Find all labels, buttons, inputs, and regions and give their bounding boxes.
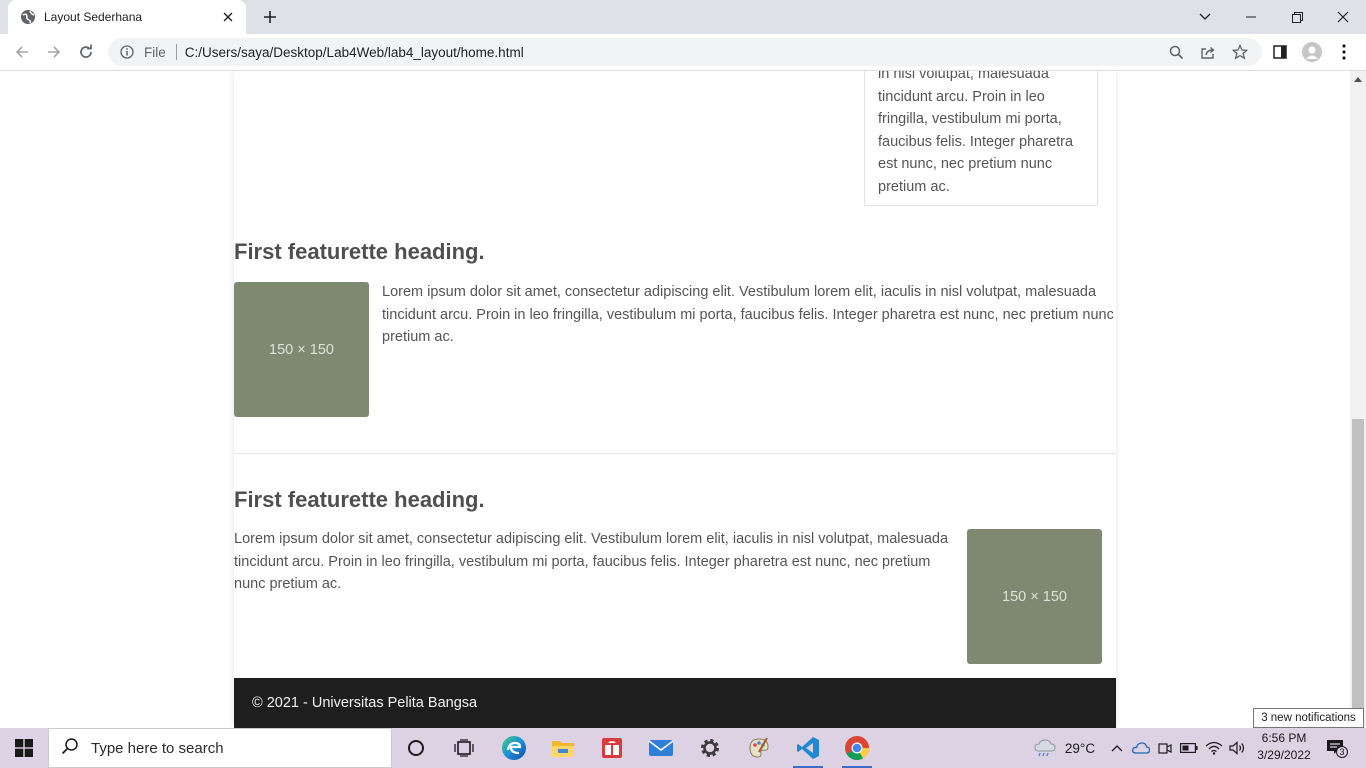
volume-icon[interactable] <box>1227 728 1249 768</box>
scroll-up-arrow-icon[interactable] <box>1350 71 1366 88</box>
featurette-divider <box>234 453 1116 454</box>
reload-button[interactable] <box>72 38 100 66</box>
taskbar-search-box[interactable]: Type here to search <box>48 728 392 768</box>
onedrive-cloud-icon[interactable] <box>1130 728 1152 768</box>
edge-icon[interactable] <box>490 728 538 768</box>
menu-kebab-icon[interactable] <box>1330 38 1358 66</box>
bookmark-star-icon[interactable] <box>1226 38 1254 66</box>
chrome-icon[interactable] <box>833 728 881 768</box>
site-info-icon[interactable] <box>120 45 134 59</box>
wifi-icon[interactable] <box>1203 728 1225 768</box>
paint-icon[interactable] <box>735 728 783 768</box>
minimize-button[interactable] <box>1228 0 1274 34</box>
page-footer: © 2021 - Universitas Pelita Bangsa <box>234 678 1116 728</box>
globe-icon <box>20 9 36 25</box>
clock-date: 3/29/2022 <box>1257 748 1311 762</box>
notification-toast[interactable]: 3 new notifications <box>1253 708 1364 728</box>
scheme-label: File <box>144 44 166 60</box>
featurette-heading-2: First featurette heading. <box>234 487 485 512</box>
share-icon[interactable] <box>1194 38 1222 66</box>
url-text: C:/Users/saya/Desktop/Lab4Web/lab4_layou… <box>184 44 524 60</box>
windows-taskbar: Type here to search 29°C 6:56 PM 3/29/20… <box>0 728 1366 768</box>
weather-temperature[interactable]: 29°C <box>1062 728 1098 768</box>
taskbar-clock[interactable]: 6:56 PM 3/29/2022 <box>1248 730 1320 766</box>
forward-button[interactable] <box>40 38 68 66</box>
action-center-button[interactable]: 3 <box>1320 728 1354 768</box>
clock-time: 6:56 PM <box>1261 731 1307 745</box>
vertical-scrollbar[interactable] <box>1350 71 1366 728</box>
cortana-icon[interactable] <box>392 728 440 768</box>
battery-icon[interactable] <box>1178 728 1200 768</box>
image-size-label: 150 × 150 <box>269 341 334 358</box>
featurette-heading-1: First featurette heading. <box>234 239 485 264</box>
tab-title: Layout Sederhana <box>44 10 143 24</box>
tab-search-icon[interactable] <box>1182 0 1228 34</box>
search-placeholder: Type here to search <box>91 739 224 757</box>
address-separator <box>175 44 177 60</box>
gift-app-icon[interactable] <box>588 728 636 768</box>
notification-icon: 3 <box>1326 738 1348 758</box>
page-container: in nisl volutpat, malesuada tincidunt ar… <box>234 71 1116 728</box>
back-button[interactable] <box>8 38 36 66</box>
search-icon <box>61 737 79 759</box>
show-hidden-icons-chevron-icon[interactable] <box>1108 728 1126 768</box>
featurette-image-2: 150 × 150 <box>967 529 1102 664</box>
file-explorer-icon[interactable] <box>539 728 587 768</box>
vscode-icon[interactable] <box>784 728 832 768</box>
windows-start-button[interactable] <box>0 728 48 768</box>
zoom-icon[interactable] <box>1162 38 1190 66</box>
new-tab-button[interactable] <box>258 5 282 29</box>
weather-icon[interactable] <box>1030 728 1060 768</box>
address-bar[interactable]: File C:/Users/saya/Desktop/Lab4Web/lab4_… <box>108 38 1262 66</box>
task-view-icon[interactable] <box>440 728 488 768</box>
mail-icon[interactable] <box>637 728 685 768</box>
sidebar-text: in nisl volutpat, malesuada tincidunt ar… <box>878 71 1074 195</box>
notification-count-badge: 3 <box>1336 746 1348 758</box>
browser-tabstrip: Layout Sederhana <box>0 0 1366 34</box>
image-size-label: 150 × 150 <box>1002 588 1067 605</box>
browser-toolbar: File C:/Users/saya/Desktop/Lab4Web/lab4_… <box>0 34 1366 71</box>
meet-now-icon[interactable] <box>1155 728 1175 768</box>
browser-tab[interactable]: Layout Sederhana <box>8 0 246 34</box>
scrollbar-thumb[interactable] <box>1352 419 1364 709</box>
featurette-image-1: 150 × 150 <box>234 282 369 417</box>
featurette-text-1: Lorem ipsum dolor sit amet, consectetur … <box>382 284 1114 346</box>
profile-avatar-icon[interactable] <box>1298 38 1326 66</box>
page-viewport: in nisl volutpat, malesuada tincidunt ar… <box>0 71 1350 728</box>
sidebar-widget: in nisl volutpat, malesuada tincidunt ar… <box>864 71 1098 206</box>
featurette-text-2: Lorem ipsum dolor sit amet, consectetur … <box>234 531 949 593</box>
settings-icon[interactable] <box>686 728 734 768</box>
close-tab-icon[interactable] <box>220 9 236 25</box>
close-window-button[interactable] <box>1320 0 1366 34</box>
restore-button[interactable] <box>1274 0 1320 34</box>
side-panel-icon[interactable] <box>1266 38 1294 66</box>
footer-copyright: © 2021 - Universitas Pelita Bangsa <box>252 695 478 711</box>
